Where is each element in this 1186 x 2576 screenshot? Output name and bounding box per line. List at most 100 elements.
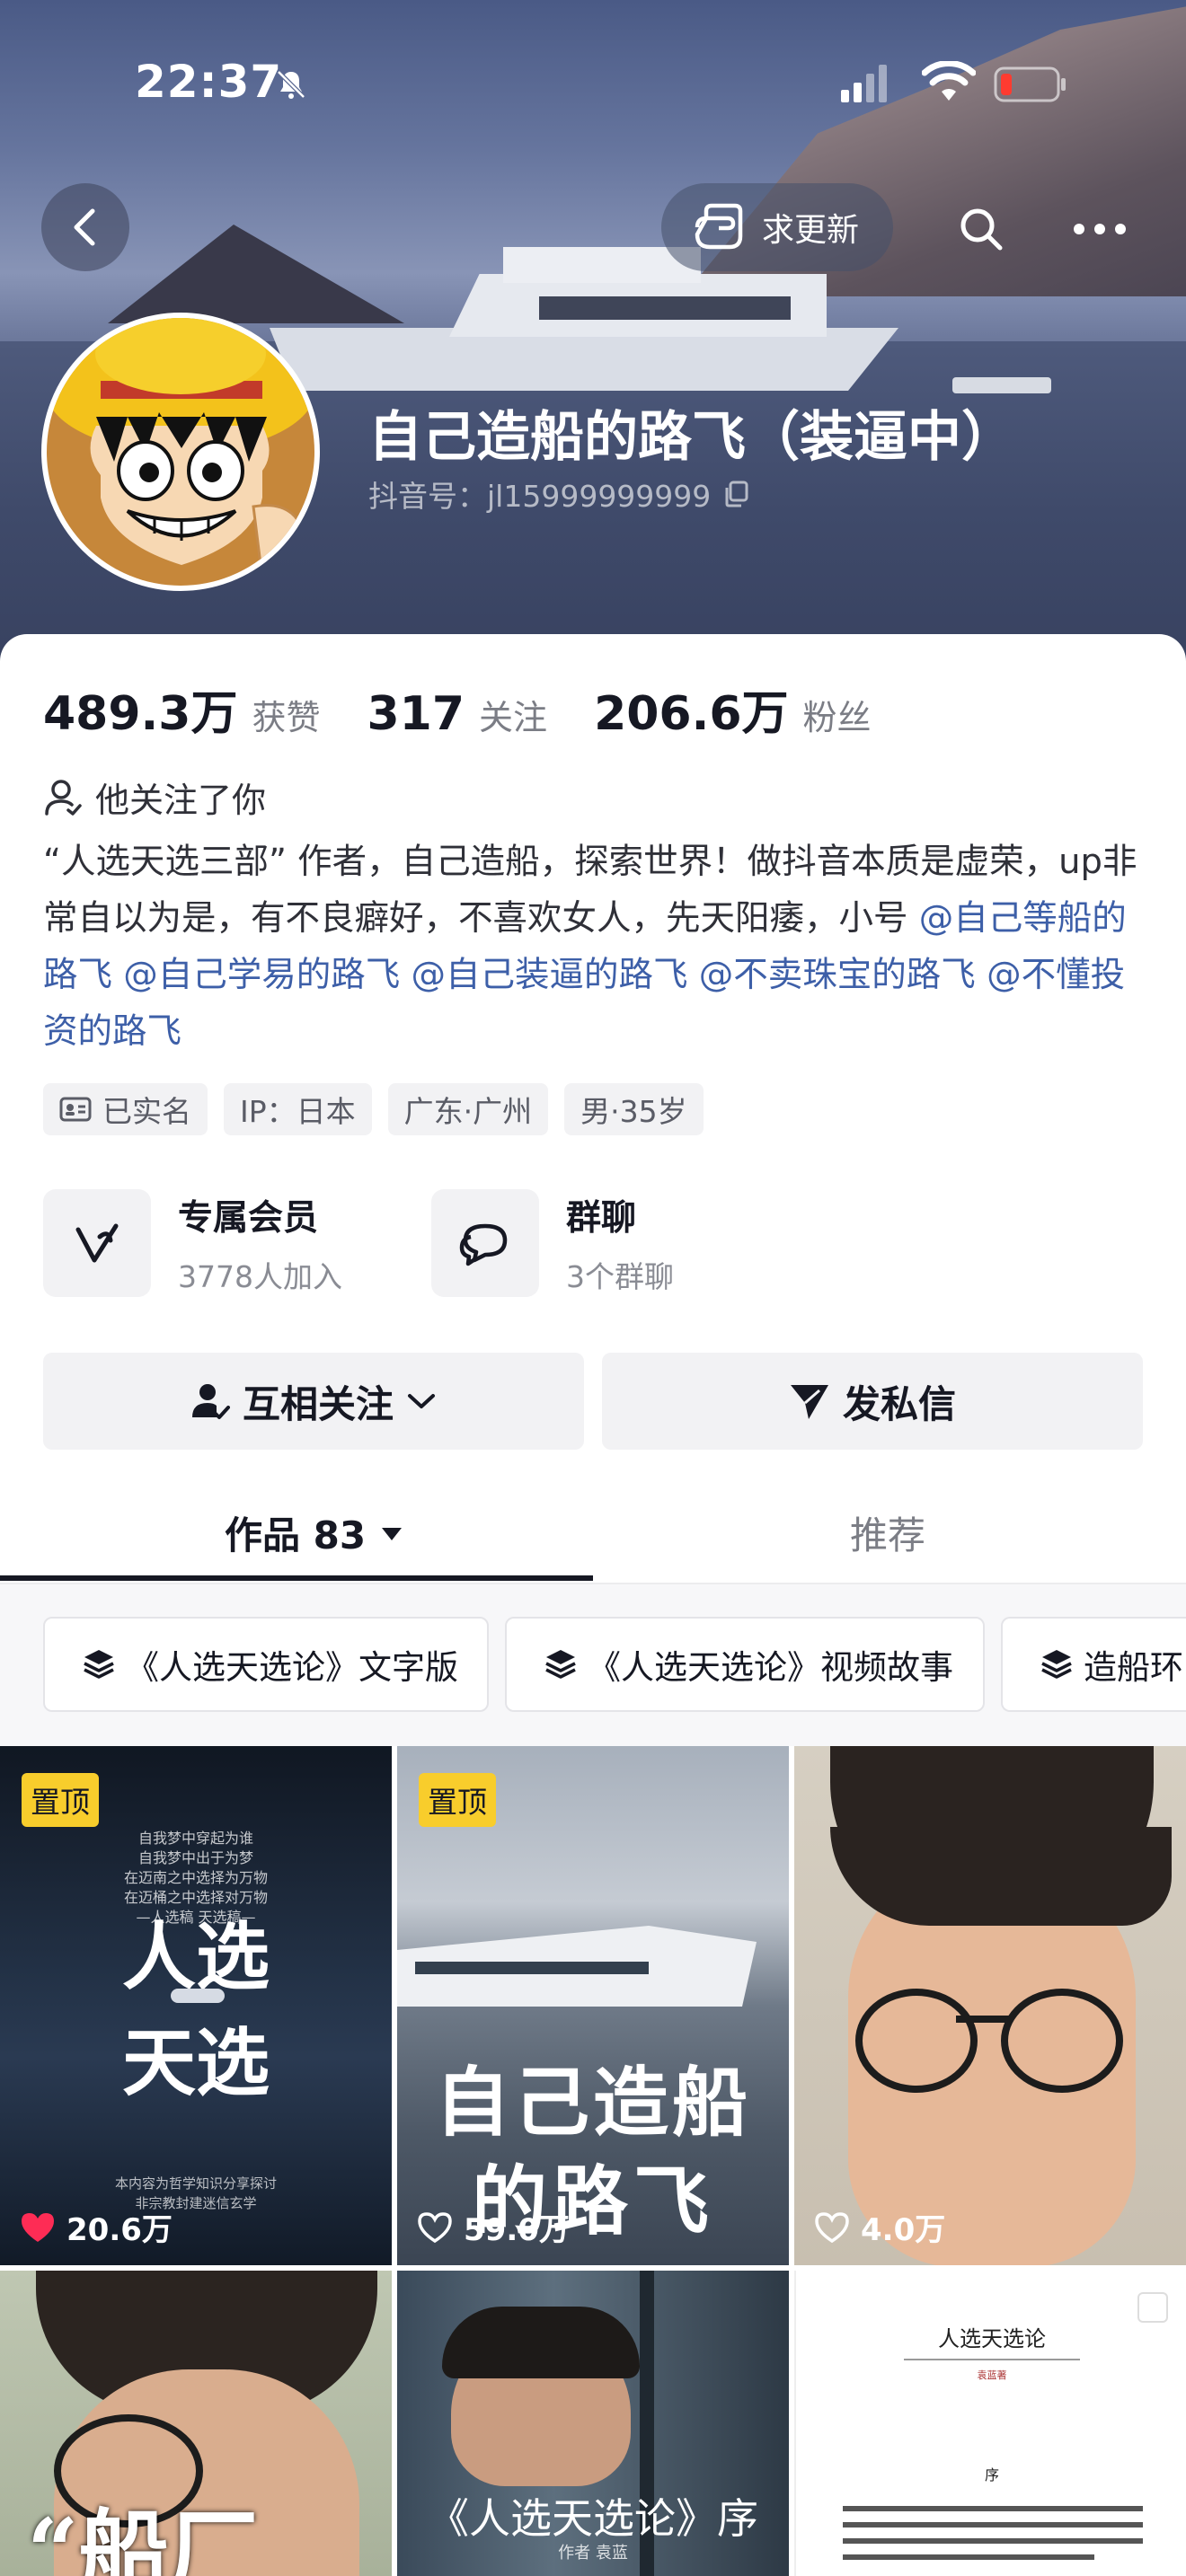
video-header-line: 自我梦中出于为梦 xyxy=(137,1849,253,1866)
document-section: 序 xyxy=(984,2466,999,2483)
video-footer-line: 本内容为哲学知识分享探讨 xyxy=(114,2175,277,2192)
stat-likes[interactable]: 489.3万 获赞 xyxy=(43,675,321,743)
video-tile[interactable]: “船厂 xyxy=(0,2271,392,2576)
tag-verified[interactable]: 已实名 xyxy=(43,1083,208,1135)
video-likes-count: 4.0万 xyxy=(861,2212,946,2248)
stat-following[interactable]: 317 关注 xyxy=(367,687,548,741)
video-glasses-bridge xyxy=(956,2016,1010,2023)
send-message-label: 发私信 xyxy=(842,1381,956,1426)
document-text-line xyxy=(843,2506,1143,2511)
stat-followers-number: 206.6万 xyxy=(594,687,789,741)
document-text-line xyxy=(843,2554,1094,2560)
stat-following-label: 关注 xyxy=(479,698,548,737)
request-update-button[interactable]: 求更新 xyxy=(661,183,893,271)
exclusive-member-entry[interactable]: 专属会员 3778人加入 xyxy=(43,1189,342,1297)
tab-recommend[interactable]: 推荐 xyxy=(850,1505,925,1560)
video-caption: 自己造船 xyxy=(434,2058,751,2147)
layers-icon xyxy=(84,1650,114,1679)
tag-region: 广东·广州 xyxy=(387,1083,549,1135)
follows-you-indicator: 他关注了你 xyxy=(43,772,266,822)
video-tile[interactable]: 《人选天选论》序 作者 袁蓝 xyxy=(397,2271,789,2576)
tab-works[interactable]: 作品 83 xyxy=(225,1505,405,1560)
collection-chip[interactable]: 造船环 xyxy=(1001,1617,1186,1712)
video-tile[interactable]: 人选天选论 袁蓝著 序 xyxy=(794,2271,1186,2576)
collection-chip[interactable]: 《人选天选论》文字版 xyxy=(43,1617,489,1712)
document-text-line xyxy=(843,2522,1143,2527)
group-chat-entry[interactable]: 群聊 3个群聊 xyxy=(431,1189,674,1297)
bio-mention[interactable]: @自己学易的路飞 xyxy=(123,955,400,995)
group-chat-count: 3个群聊 xyxy=(566,1259,674,1294)
document-author: 袁蓝著 xyxy=(977,2369,1007,2381)
tag-ip-text: IP：日本 xyxy=(240,1094,356,1129)
tag-gender-age: 男·35岁 xyxy=(564,1083,704,1135)
video-person-fringe xyxy=(830,1827,1172,1926)
status-time: 22:37 xyxy=(135,56,283,108)
tag-gender-age-text: 男·35岁 xyxy=(580,1094,687,1129)
video-caption: 天选 xyxy=(121,2020,270,2106)
video-boat xyxy=(171,1989,225,2003)
chevron-left-icon xyxy=(74,208,95,246)
bell-off-icon xyxy=(277,70,305,99)
cellular-signal-icon xyxy=(841,65,887,102)
more-dots-icon xyxy=(1074,224,1126,234)
video-glasses-right xyxy=(1001,1989,1123,2093)
copy-icon[interactable] xyxy=(723,481,748,507)
video-tile[interactable]: 自己造船 的路飞 置顶 59.0万 xyxy=(397,1746,789,2265)
bio-mention[interactable]: @自己装逼的路飞 xyxy=(412,955,688,995)
mutual-follow-label: 互相关注 xyxy=(242,1381,394,1426)
back-button[interactable] xyxy=(41,183,129,271)
pinned-badge: 置顶 xyxy=(22,1773,99,1827)
collection-chip-label: 造船环 xyxy=(1084,1648,1183,1687)
video-likes: 59.0万 xyxy=(417,2205,570,2249)
send-message-button[interactable]: 发私信 xyxy=(602,1353,1143,1450)
heart-outline-icon xyxy=(815,2211,849,2243)
video-likes: 20.6万 xyxy=(20,2205,173,2249)
cover-ship-window xyxy=(539,296,791,320)
bio: “人选天选三部” 作者，自己造船，探索世界！做抖音本质是虚荣，up非常自以为是，… xyxy=(43,834,1148,1060)
collection-chip-label: 《人选天选论》视频故事 xyxy=(588,1648,953,1687)
video-tile[interactable]: 4.0万 xyxy=(794,1746,1186,2265)
video-likes-count: 20.6万 xyxy=(66,2212,173,2248)
video-caption: 《人选天选论》序 xyxy=(428,2494,758,2543)
stat-following-number: 317 xyxy=(367,687,465,741)
video-person-hair xyxy=(442,2307,640,2378)
pointing-hand-icon xyxy=(695,203,743,250)
collection-chip[interactable]: 《人选天选论》视频故事 xyxy=(505,1617,985,1712)
heart-outline-icon xyxy=(418,2211,452,2243)
avatar[interactable] xyxy=(41,313,320,591)
follows-you-text: 他关注了你 xyxy=(95,781,267,820)
caret-down-icon xyxy=(382,1527,403,1540)
search-icon xyxy=(960,208,1003,251)
chevron-down-icon xyxy=(408,1394,435,1408)
member-v-icon xyxy=(75,1223,119,1263)
douyin-id[interactable]: 抖音号：jl15999999999 xyxy=(368,472,748,516)
video-subcaption: 作者 袁蓝 xyxy=(558,2544,628,2563)
document-text-line xyxy=(843,2538,1143,2544)
mutual-follow-button[interactable]: 互相关注 xyxy=(43,1353,584,1450)
id-card-icon xyxy=(59,1097,92,1122)
group-chat-icon-box xyxy=(431,1189,539,1297)
cover-mountain-left xyxy=(108,225,404,323)
document-title: 人选天选论 xyxy=(938,2326,1046,2351)
wifi-icon xyxy=(922,61,976,101)
cover-ship-hull xyxy=(270,328,898,391)
video-likes: 4.0万 xyxy=(814,2205,945,2249)
douyin-id-text: 抖音号：jl15999999999 xyxy=(368,479,712,514)
stats-row: 489.3万 获赞 317 关注 206.6万 粉丝 xyxy=(43,675,918,743)
video-caption: “船厂 xyxy=(27,2499,259,2576)
search-button[interactable] xyxy=(934,189,1028,269)
video-header-line: 在迈南之中选择为万物 xyxy=(123,1869,268,1886)
more-button[interactable] xyxy=(1053,189,1146,269)
tag-region-text: 广东·广州 xyxy=(403,1094,533,1129)
bio-mention[interactable]: @不卖珠宝的路飞 xyxy=(699,955,976,995)
pinned-badge: 置顶 xyxy=(419,1773,496,1827)
video-header-line: 自我梦中穿起为谁 xyxy=(137,1830,253,1847)
video-tile[interactable]: 自我梦中穿起为谁 自我梦中出于为梦 在迈南之中选择为万物 在迈桶之中选择对万物 … xyxy=(0,1746,392,2265)
select-checkbox[interactable] xyxy=(1137,2292,1168,2323)
tab-works-label: 作品 83 xyxy=(225,1513,367,1557)
tag-ip-location: IP：日本 xyxy=(224,1083,372,1135)
stat-followers-label: 粉丝 xyxy=(802,698,872,737)
stat-followers[interactable]: 206.6万 粉丝 xyxy=(594,675,872,743)
profile-name: 自己造船的路飞（装逼中） xyxy=(368,406,1015,469)
member-count: 3778人加入 xyxy=(178,1259,342,1294)
